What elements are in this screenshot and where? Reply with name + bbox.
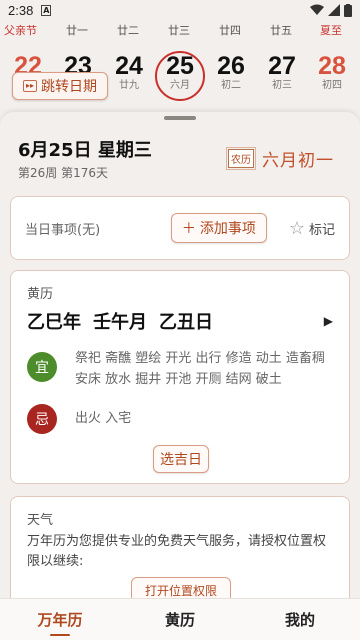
jump-date-button[interactable]: ▸▸ 跳转日期: [12, 72, 108, 100]
jump-date-label: 跳转日期: [41, 79, 97, 95]
ganzhi-day: 乙丑日: [159, 312, 213, 333]
day-cell[interactable]: 26 初二: [206, 52, 256, 92]
plus-icon: ＋: [181, 221, 196, 237]
weather-title: 天气: [27, 513, 54, 528]
app-screen: 2:38 A 父亲节 廿一 廿二 廿三 廿四 廿五 夏至 22 23 24 廿九…: [0, 0, 360, 640]
day-number: 25: [166, 52, 194, 80]
day-number: 27: [268, 52, 296, 80]
selected-date-title: 6月25日 星期三: [18, 140, 152, 161]
day-cell[interactable]: 24 廿九: [104, 52, 154, 92]
ganzhi-year: 乙巳年: [27, 312, 81, 333]
day-cell[interactable]: 27 初三: [257, 52, 307, 92]
lunar-tag: 农历: [226, 147, 256, 170]
yi-items: 祭祀 斋醮 塑绘 开光 出行 修造 动土 造畜稠 安床 放水 掘井 开池 开厕 …: [75, 351, 325, 387]
yi-row: 宜 祭祀 斋醮 塑绘 开光 出行 修造 动土 造畜稠 安床 放水 掘井 开池 开…: [27, 348, 333, 390]
holiday-label: 夏至: [320, 24, 342, 37]
lunar-date: 六月初一: [262, 151, 334, 171]
ji-badge: 忌: [27, 404, 57, 434]
day-lunar: 初二: [221, 80, 241, 91]
fast-forward-icon: ▸▸: [23, 80, 37, 92]
battery-icon: [344, 3, 352, 17]
star-icon: ☆: [288, 217, 305, 239]
day-lunar: 初四: [322, 80, 342, 91]
add-event-label: 添加事项: [199, 221, 256, 237]
holiday-label: 廿四: [219, 24, 241, 37]
yi-badge: 宜: [27, 352, 57, 382]
enable-location-button[interactable]: 打开位置权限: [131, 577, 231, 598]
holiday-label: 廿三: [168, 24, 190, 37]
weather-card: 天气 万年历为您提供专业的免费天气服务，请授权位置权限以继续: 打开位置权限: [10, 496, 350, 598]
ji-items: 出火 入宅: [75, 411, 132, 426]
signal-icon: [328, 4, 340, 16]
tab-mine[interactable]: 我的: [240, 599, 360, 640]
day-detail-sheet[interactable]: 6月25日 星期三 第26周 第176天 农历 六月初一 当日事项(无) ＋ 添…: [0, 112, 360, 598]
holiday-label: 廿二: [117, 24, 139, 37]
pick-auspicious-day-button[interactable]: 选吉日: [153, 445, 209, 473]
day-number: 26: [217, 52, 245, 80]
day-number: 24: [115, 52, 143, 80]
day-cell-selected[interactable]: 25 六月: [155, 52, 205, 92]
mark-button[interactable]: ☆ 标记: [289, 218, 335, 239]
wifi-icon: [310, 4, 324, 15]
tab-calendar[interactable]: 万年历: [0, 599, 120, 640]
day-lunar: 廿九: [119, 80, 139, 91]
holiday-label: 廿一: [66, 24, 88, 37]
almanac-title: 黄历: [27, 287, 54, 302]
notification-icon: A: [41, 4, 52, 16]
mark-label: 标记: [308, 222, 335, 238]
events-card: 当日事项(无) ＋ 添加事项 ☆ 标记: [10, 196, 350, 260]
holiday-label: 廿五: [270, 24, 292, 37]
day-lunar: 六月: [170, 80, 190, 91]
chevron-right-icon[interactable]: ▶: [324, 314, 333, 328]
weather-message: 万年历为您提供专业的免费天气服务，请授权位置权限以继续:: [27, 534, 327, 569]
ganzhi-row[interactable]: 乙巳年 壬午月 乙丑日 ▶: [27, 308, 333, 334]
day-cell[interactable]: 28 初四: [307, 52, 357, 92]
events-label: 当日事项(无): [25, 222, 101, 238]
ji-row: 忌 出火 入宅: [27, 404, 333, 434]
status-icons: [310, 3, 352, 17]
holiday-label: 父亲节: [4, 24, 37, 37]
lunar-date-badge: 农历 六月初一: [226, 146, 334, 171]
drag-handle[interactable]: [164, 116, 196, 120]
status-time: 2:38: [8, 2, 34, 18]
ganzhi-month: 壬午月: [93, 312, 147, 333]
day-number: 28: [318, 52, 346, 80]
almanac-card: 黄历 乙巳年 壬午月 乙丑日 ▶ 宜 祭祀 斋醮 塑绘 开光 出行 修造 动土 …: [10, 270, 350, 484]
day-lunar: 初三: [272, 80, 292, 91]
tab-almanac[interactable]: 黄历: [120, 599, 240, 640]
bottom-nav: 万年历 黄历 我的: [0, 598, 360, 640]
add-event-button[interactable]: ＋ 添加事项: [170, 213, 267, 243]
week-info: 第26周 第176天: [18, 166, 108, 180]
status-bar: 2:38 A: [0, 0, 360, 20]
